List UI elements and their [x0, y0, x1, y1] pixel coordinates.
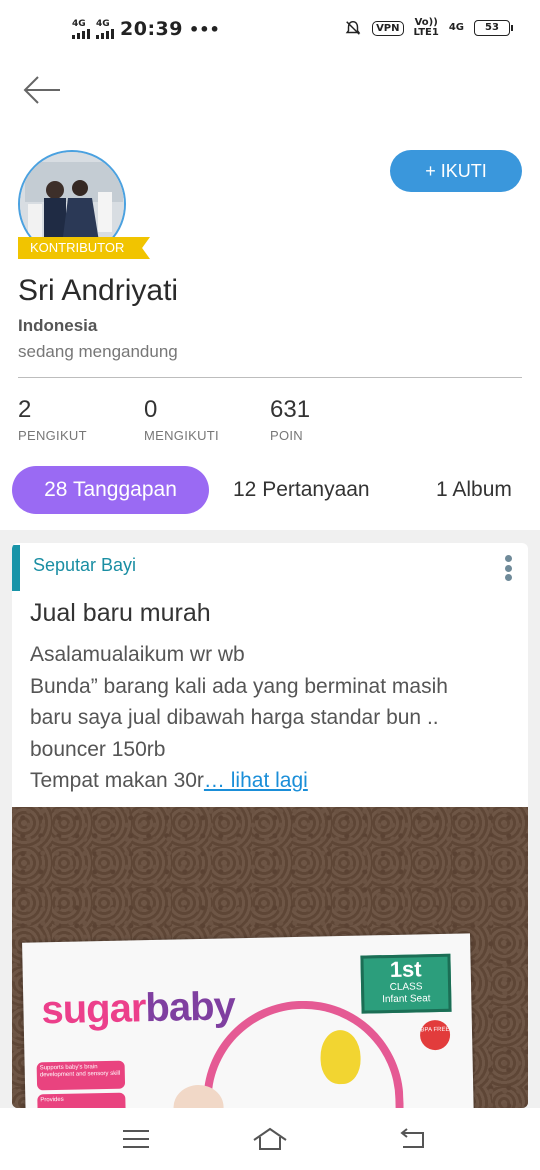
post-line: bouncer 150rb — [30, 737, 166, 761]
feature-label: Supports baby's brain development and se… — [36, 1060, 126, 1091]
product-box: sugarbaby 1st CLASS Infant Seat BPA FREE… — [22, 933, 474, 1108]
stat-value: 2 — [18, 396, 32, 423]
status-left: 4G 4G 20:39 ••• — [72, 18, 220, 40]
post-card[interactable]: Seputar Bayi Jual baru murah Asalamualai… — [12, 543, 528, 1108]
divider — [18, 377, 522, 378]
class-big: 1st — [389, 956, 422, 983]
system-nav-bar — [0, 1108, 540, 1170]
tab-album[interactable]: 1 Album — [436, 466, 512, 514]
network-right: 4G — [448, 22, 464, 33]
contributor-badge: KONTRIBUTOR — [18, 237, 150, 259]
tab-questions[interactable]: 12 Pertanyaan — [233, 466, 370, 514]
bell-off-icon — [345, 20, 361, 35]
stat-followers[interactable]: 2 PENGIKUT — [18, 396, 87, 443]
signal-2: 4G — [96, 18, 114, 39]
follow-button[interactable]: + IKUTI — [390, 150, 522, 192]
post-line: Tempat makan 30r — [30, 769, 204, 792]
clock: 20:39 — [120, 18, 183, 40]
category-accent — [12, 545, 20, 591]
stat-label: POIN — [270, 428, 303, 443]
status-right: VPN Vo)) LTE1 4G 53 — [344, 18, 513, 38]
post-line: baru saya jual dibawah harga standar bun… — [30, 706, 439, 729]
stat-label: PENGIKUT — [18, 428, 87, 443]
signal-1: 4G — [72, 18, 90, 39]
status-bar: 4G 4G 20:39 ••• VPN Vo)) LTE1 4G 53 — [0, 0, 540, 60]
brand-part: baby — [144, 984, 236, 1031]
stat-value: 631 — [270, 396, 311, 423]
profile-status: sedang mengandung — [18, 342, 178, 361]
post-body[interactable]: Asalamualaikum wr wb Bunda” barang kali … — [30, 639, 520, 797]
post-line-last: Tempat makan 30r… lihat lagi — [30, 765, 520, 797]
signal-bars-icon — [96, 28, 114, 39]
feature-label: Provides — [37, 1092, 126, 1108]
network-type-1: 4G — [72, 18, 86, 29]
kebab-icon[interactable] — [504, 555, 512, 581]
stat-label: MENGIKUTI — [144, 428, 219, 443]
brand-part: sugar — [41, 986, 146, 1033]
signal-bars-icon — [72, 28, 90, 39]
more-notifications-icon: ••• — [188, 19, 220, 39]
post-title[interactable]: Jual baru murah — [30, 599, 211, 628]
post-image[interactable]: sugarbaby 1st CLASS Infant Seat BPA FREE… — [12, 807, 528, 1108]
vpn-badge: VPN — [372, 20, 404, 36]
arrow-left-icon[interactable] — [22, 74, 62, 106]
stat-points: 631 POIN — [270, 396, 310, 443]
battery-icon: 53 — [474, 20, 513, 36]
see-more-link[interactable]: … lihat lagi — [204, 769, 308, 792]
home-icon[interactable] — [252, 1126, 288, 1152]
profile-name: Sri Andriyati — [18, 274, 179, 307]
volte-bottom: LTE1 — [413, 27, 439, 38]
class-small: Infant Seat — [382, 993, 431, 1006]
menu-icon[interactable] — [121, 1126, 151, 1152]
post-line: Bunda” barang kali ada yang berminat mas… — [30, 674, 448, 698]
brand-logo: sugarbaby — [41, 984, 235, 1033]
bpa-free-badge: BPA FREE — [419, 1019, 451, 1051]
stat-following[interactable]: 0 MENGIKUTI — [144, 396, 219, 443]
bunny-toy — [319, 1029, 362, 1085]
post-category[interactable]: Seputar Bayi — [33, 555, 136, 576]
tab-responses[interactable]: 28 Tanggapan — [12, 466, 209, 514]
class-badge: 1st CLASS Infant Seat — [360, 953, 452, 1014]
post-line: Asalamualaikum wr wb — [30, 643, 245, 666]
profile-country: Indonesia — [18, 316, 98, 335]
network-type-2: 4G — [96, 18, 110, 29]
volte-indicator: Vo)) LTE1 — [414, 18, 439, 38]
back-nav-icon[interactable] — [397, 1126, 427, 1152]
stat-value: 0 — [144, 396, 158, 423]
